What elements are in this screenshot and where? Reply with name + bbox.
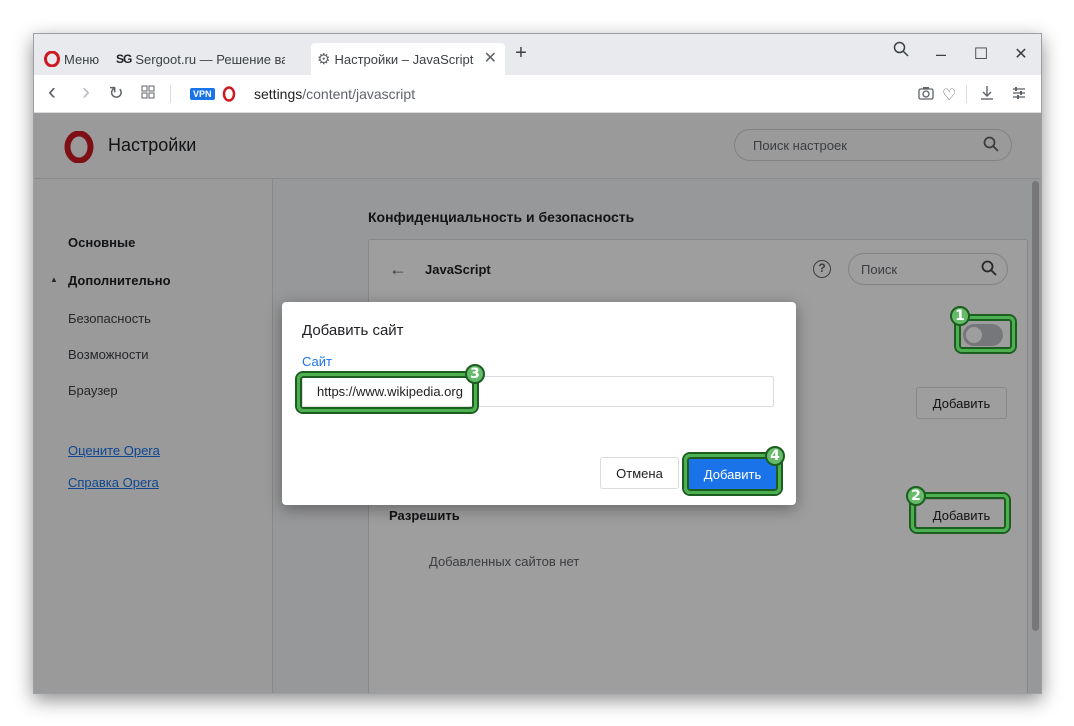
dialog-title: Добавить сайт (302, 322, 404, 339)
download-icon[interactable] (980, 85, 994, 104)
address-bar: ‹ › ↻ VPN settings/content/javascript ♡ (34, 75, 1041, 113)
search-tabs-icon[interactable] (890, 41, 912, 62)
close-tab-icon[interactable]: ✕ (484, 51, 497, 67)
step-badge-4: 4 (765, 446, 785, 466)
sergoot-favicon-icon: SG (116, 52, 132, 66)
minimize-button[interactable]: – (930, 44, 952, 65)
close-window-button[interactable]: ✕ (1010, 44, 1032, 64)
opera-logo-icon (44, 51, 60, 67)
menu-label: Меню (64, 51, 100, 67)
divider (170, 85, 171, 103)
gear-icon: ⚙ (317, 51, 331, 68)
step-badge-1: 1 (950, 306, 970, 326)
camera-icon[interactable] (918, 86, 934, 103)
tab-strip: Меню SG Sergoot.ru — Решение ваш ✕ ⚙ Нас… (34, 34, 1041, 75)
opera-logo-icon (222, 86, 236, 105)
tab-label: Sergoot.ru — Решение ваш (135, 51, 286, 67)
highlight-allow-add (911, 494, 1009, 532)
divider (966, 85, 967, 103)
step-badge-3: 3 (465, 364, 485, 384)
maximize-button[interactable]: ☐ (970, 44, 992, 64)
new-tab-button[interactable]: + (510, 42, 532, 65)
heart-icon[interactable]: ♡ (942, 85, 956, 105)
cancel-button[interactable]: Отмена (600, 457, 679, 489)
highlight-url-input (297, 373, 477, 412)
reload-button[interactable]: ↻ (106, 83, 126, 104)
forward-button[interactable]: › (76, 78, 96, 106)
tab-label: Настройки – JavaScript (334, 51, 474, 67)
easy-setup-icon[interactable] (1012, 85, 1026, 104)
url-host: settings (254, 86, 303, 102)
tab-settings-javascript[interactable]: ⚙ Настройки – JavaScript ✕ (311, 43, 505, 75)
vpn-badge[interactable]: VPN (190, 88, 215, 100)
url-field[interactable]: settings/content/javascript (254, 86, 415, 102)
back-button[interactable]: ‹ (42, 78, 62, 106)
opera-menu-button[interactable]: Меню (44, 43, 114, 75)
site-field-label: Сайт (302, 354, 332, 369)
step-badge-2: 2 (906, 486, 926, 506)
url-path: /content/javascript (302, 86, 416, 102)
speed-dial-grid-icon[interactable] (138, 85, 158, 102)
browser-window: Меню SG Sergoot.ru — Решение ваш ✕ ⚙ Нас… (33, 33, 1042, 694)
tab-sergoot[interactable]: SG Sergoot.ru — Решение ваш ✕ (116, 43, 306, 75)
